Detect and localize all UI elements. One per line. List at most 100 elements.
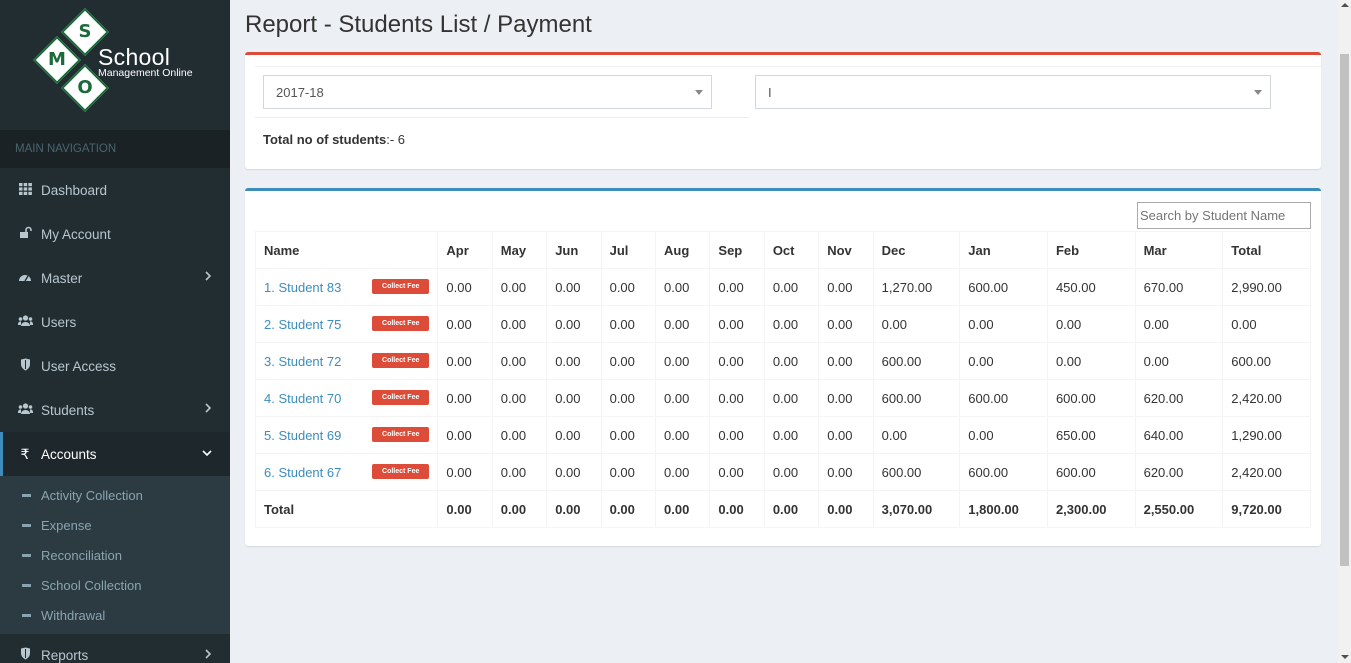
collect-fee-button[interactable]: Collect Fee bbox=[372, 390, 430, 405]
month-amount: 0.00 bbox=[764, 305, 820, 343]
student-name-link[interactable]: 6. Student 67 bbox=[264, 465, 341, 480]
submenu-label: School Collection bbox=[41, 577, 142, 593]
column-header[interactable]: Apr bbox=[437, 231, 493, 269]
month-amount: 0.00 bbox=[601, 305, 657, 343]
year-select[interactable]: 2017-18 bbox=[263, 75, 712, 109]
total-students-value: :- 6 bbox=[386, 132, 406, 147]
sidebar-item-my-account[interactable]: My Account bbox=[0, 212, 230, 256]
column-header[interactable]: Nov bbox=[818, 231, 874, 269]
month-amount: 0.00 bbox=[764, 342, 820, 380]
submenu-item-activity-collection[interactable]: Activity Collection bbox=[0, 480, 230, 510]
column-header[interactable]: Sep bbox=[709, 231, 765, 269]
search-input[interactable] bbox=[1137, 202, 1311, 229]
sidebar-item-reports[interactable]: Reports bbox=[0, 634, 230, 663]
filter-box: 2017-18 I Total no of students:- 6 bbox=[245, 52, 1321, 169]
month-amount: 0.00 bbox=[818, 416, 874, 454]
sidebar-item-master[interactable]: Master bbox=[0, 256, 230, 300]
column-header[interactable]: Name bbox=[254, 231, 439, 269]
submenu-label: Activity Collection bbox=[41, 487, 143, 503]
student-name-cell: 4. Student 70 Collect Fee bbox=[254, 379, 439, 417]
column-header[interactable]: May bbox=[492, 231, 548, 269]
column-header[interactable]: Jan bbox=[959, 231, 1048, 269]
submenu-item-expense[interactable]: Expense bbox=[0, 510, 230, 540]
month-amount: 0.00 bbox=[1047, 305, 1136, 343]
scroll-thumb[interactable] bbox=[1340, 54, 1349, 566]
submenu-item-school-collection[interactable]: School Collection bbox=[0, 570, 230, 600]
month-amount-link[interactable]: 600.00 bbox=[1047, 453, 1136, 491]
month-amount-link[interactable]: 450.00 bbox=[1047, 268, 1136, 306]
divider bbox=[255, 117, 749, 118]
month-amount-link[interactable]: 600.00 bbox=[959, 379, 1048, 417]
month-amount-link[interactable]: 640.00 bbox=[1135, 416, 1224, 454]
month-amount: 0.00 bbox=[546, 342, 602, 380]
month-amount-link[interactable]: 620.00 bbox=[1135, 379, 1224, 417]
student-name-link[interactable]: 5. Student 69 bbox=[264, 428, 341, 443]
student-name-link[interactable]: 4. Student 70 bbox=[264, 391, 341, 406]
month-amount: 0.00 bbox=[764, 416, 820, 454]
class-select[interactable]: I bbox=[755, 75, 1271, 109]
column-header[interactable]: Jun bbox=[546, 231, 602, 269]
sidebar-item-students[interactable]: Students bbox=[0, 388, 230, 432]
column-header[interactable]: Oct bbox=[764, 231, 820, 269]
scroll-down-arrow-icon[interactable] bbox=[1341, 655, 1349, 659]
student-name-link[interactable]: 1. Student 83 bbox=[264, 280, 341, 295]
month-total: 0.00 bbox=[709, 490, 765, 528]
column-header[interactable]: Feb bbox=[1047, 231, 1136, 269]
collect-fee-button[interactable]: Collect Fee bbox=[372, 353, 430, 368]
collect-fee-button[interactable]: Collect Fee bbox=[372, 279, 430, 294]
logo[interactable]: S M O School Management Online bbox=[0, 0, 230, 130]
column-header[interactable]: Jul bbox=[601, 231, 657, 269]
total-label: Total bbox=[254, 490, 439, 528]
collect-fee-button[interactable]: Collect Fee bbox=[372, 316, 430, 331]
month-total: 3,070.00 bbox=[873, 490, 961, 528]
submenu-item-withdrawal[interactable]: Withdrawal bbox=[0, 600, 230, 630]
month-amount-link[interactable]: 670.00 bbox=[1135, 268, 1224, 306]
month-total: 0.00 bbox=[818, 490, 874, 528]
sidebar-item-users[interactable]: Users bbox=[0, 300, 230, 344]
month-total: 1,800.00 bbox=[959, 490, 1048, 528]
row-total: 2,420.00 bbox=[1222, 379, 1311, 417]
student-name-cell: 6. Student 67 Collect Fee bbox=[254, 453, 439, 491]
month-amount: 0.00 bbox=[818, 379, 874, 417]
month-amount: 0.00 bbox=[492, 453, 548, 491]
month-amount-link[interactable]: 650.00 bbox=[1047, 416, 1136, 454]
student-name-cell: 2. Student 75 Collect Fee bbox=[254, 305, 439, 343]
month-amount: 0.00 bbox=[601, 416, 657, 454]
month-amount-link[interactable]: 600.00 bbox=[959, 453, 1048, 491]
row-total: 1,290.00 bbox=[1222, 416, 1311, 454]
column-header[interactable]: Dec bbox=[873, 231, 961, 269]
month-amount-link[interactable]: 600.00 bbox=[873, 453, 961, 491]
month-amount-link[interactable]: 600.00 bbox=[959, 268, 1048, 306]
column-header[interactable]: Total bbox=[1222, 231, 1311, 269]
nav-header: MAIN NAVIGATION bbox=[0, 130, 230, 168]
sidebar-item-user-access[interactable]: User Access bbox=[0, 344, 230, 388]
month-amount-link[interactable]: 600.00 bbox=[873, 379, 961, 417]
sidebar-item-dashboard[interactable]: Dashboard bbox=[0, 168, 230, 212]
month-amount: 0.00 bbox=[818, 305, 874, 343]
sidebar-item-accounts[interactable]: ₹ Accounts bbox=[0, 432, 230, 476]
scroll-up-arrow-icon[interactable] bbox=[1341, 3, 1349, 7]
student-name-link[interactable]: 3. Student 72 bbox=[264, 354, 341, 369]
month-amount: 0.00 bbox=[437, 268, 493, 306]
users-icon bbox=[17, 314, 34, 330]
month-amount-link[interactable]: 600.00 bbox=[873, 342, 961, 380]
users-icon bbox=[17, 402, 34, 418]
student-name-link[interactable]: 2. Student 75 bbox=[264, 317, 341, 332]
table-header-row: Name Apr May Jun Jul Aug Sep Oct Nov Dec… bbox=[254, 231, 1311, 269]
page-scrollbar[interactable] bbox=[1338, 0, 1351, 663]
collect-fee-button[interactable]: Collect Fee bbox=[372, 464, 430, 479]
column-header[interactable]: Aug bbox=[655, 231, 711, 269]
shield-icon bbox=[18, 358, 32, 374]
month-amount: 0.00 bbox=[546, 305, 602, 343]
month-amount-link[interactable]: 600.00 bbox=[1047, 379, 1136, 417]
month-total: 0.00 bbox=[546, 490, 602, 528]
month-amount: 0.00 bbox=[437, 305, 493, 343]
collect-fee-button[interactable]: Collect Fee bbox=[372, 427, 430, 442]
student-name-cell: 5. Student 69 Collect Fee bbox=[254, 416, 439, 454]
submenu-item-reconciliation[interactable]: Reconciliation bbox=[0, 540, 230, 570]
month-amount-link[interactable]: 1,270.00 bbox=[873, 268, 961, 306]
logo-subtitle: Management Online bbox=[98, 67, 193, 79]
column-header[interactable]: Mar bbox=[1135, 231, 1224, 269]
month-amount-link[interactable]: 620.00 bbox=[1135, 453, 1224, 491]
month-amount: 0.00 bbox=[492, 379, 548, 417]
